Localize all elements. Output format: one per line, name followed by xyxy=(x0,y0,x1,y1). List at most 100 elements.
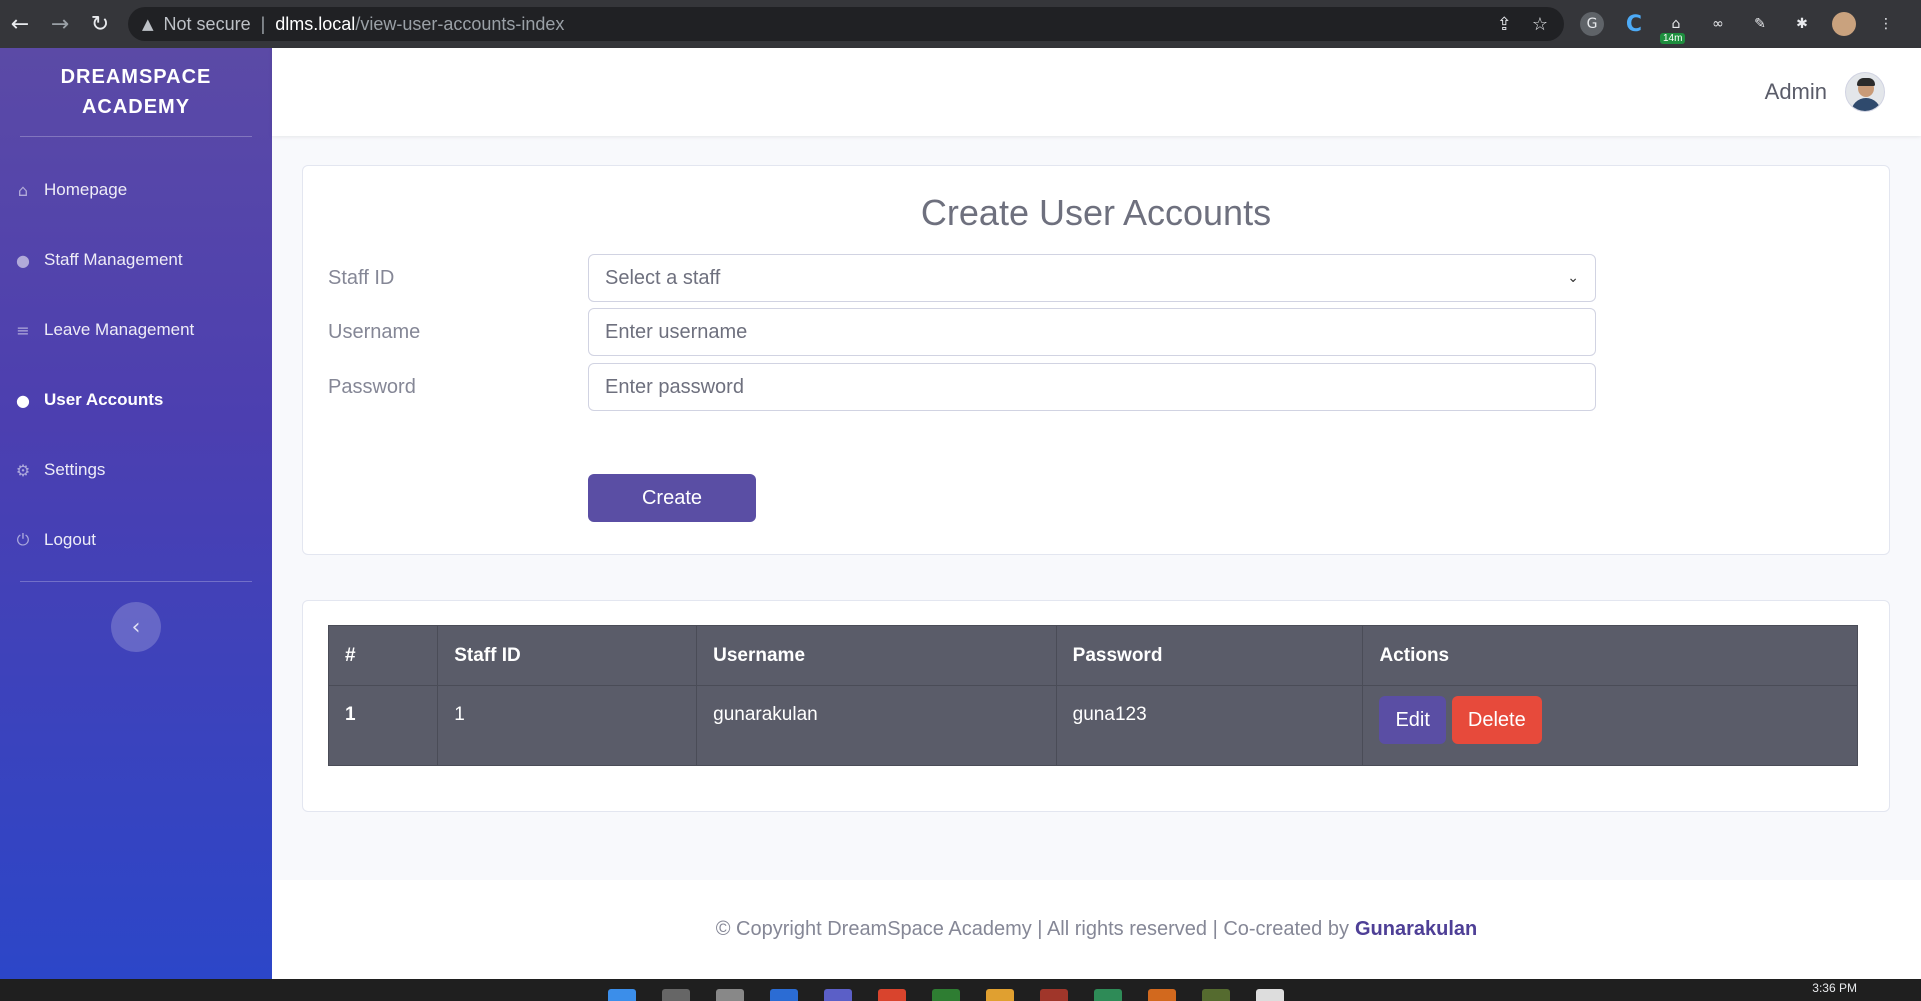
chevron-down-icon: ⌄ xyxy=(1567,270,1579,286)
home-icon: ⌂ xyxy=(17,180,29,200)
topbar: Admin xyxy=(272,48,1921,136)
sidebar-item-label: User Accounts xyxy=(44,390,164,409)
footer-text: © Copyright DreamSpace Academy | All rig… xyxy=(715,918,1349,940)
cell-username: gunarakulan xyxy=(696,685,1057,766)
username-input[interactable]: Enter username xyxy=(588,308,1596,356)
sidebar-divider xyxy=(20,136,252,137)
app-icon[interactable] xyxy=(1256,989,1284,1001)
create-button[interactable]: Create xyxy=(588,474,756,522)
app-icon[interactable] xyxy=(932,989,960,1001)
table-row: 1 1 gunarakulan guna123 Edit Delete xyxy=(327,685,1858,766)
brand-line-1: DREAMSPACE xyxy=(60,66,212,88)
edit-button[interactable]: Edit xyxy=(1379,696,1446,744)
database-icon: ≡ xyxy=(16,320,30,340)
glasses-extension-icon[interactable]: ∞ xyxy=(1706,12,1730,36)
accounts-table: # Staff ID Username Password Actions 1 1… xyxy=(327,625,1858,766)
staff-id-label: Staff ID xyxy=(328,266,395,289)
clock: 3:36 PM xyxy=(1812,981,1857,995)
footer-author-link[interactable]: Gunarakulan xyxy=(1355,918,1477,941)
accounts-table-card: # Staff ID Username Password Actions 1 1… xyxy=(302,600,1890,812)
timer-badge: 14m xyxy=(1660,33,1686,44)
share-icon[interactable]: ⇪ xyxy=(1497,14,1512,35)
back-button[interactable]: ← xyxy=(0,0,40,48)
reload-button[interactable]: ↻ xyxy=(80,0,120,48)
windows-start-icon[interactable] xyxy=(608,989,636,1001)
avatar-hair xyxy=(1857,78,1875,86)
user-icon: ● xyxy=(16,390,30,410)
os-taskbar: 3:36 PM xyxy=(0,979,1921,1001)
extensions-puzzle-icon[interactable]: ✱ xyxy=(1790,12,1814,36)
url-host: dlms.local xyxy=(275,13,356,34)
task-view-icon[interactable] xyxy=(716,989,744,1001)
app-icon[interactable] xyxy=(770,989,798,1001)
bookmark-star-icon[interactable]: ☆ xyxy=(1532,14,1548,35)
footer: © Copyright DreamSpace Academy | All rig… xyxy=(272,880,1921,979)
teams-icon[interactable] xyxy=(824,989,852,1001)
brand-line-2: ACADEMY xyxy=(81,96,191,118)
sidebar-item-homepage[interactable]: ⌂ Homepage xyxy=(0,155,272,225)
column-header-password: Password xyxy=(1055,625,1364,686)
power-icon: ⏻ xyxy=(16,530,30,549)
page-title: Create User Accounts xyxy=(920,192,1272,233)
sidebar-item-logout[interactable]: ⏻ Logout xyxy=(0,505,272,575)
forward-button[interactable]: → xyxy=(40,0,80,48)
search-icon[interactable] xyxy=(662,989,690,1001)
folder-icon[interactable] xyxy=(986,989,1014,1001)
sidebar-divider xyxy=(20,581,252,582)
password-label: Password xyxy=(328,375,416,398)
column-header-username: Username xyxy=(696,625,1057,686)
app-icon[interactable] xyxy=(1094,989,1122,1001)
staff-id-select-value: Select a staff xyxy=(605,266,721,289)
sidebar-item-label: Logout xyxy=(44,530,96,549)
column-header-index: # xyxy=(327,625,439,686)
app-icon[interactable] xyxy=(1040,989,1068,1001)
avatar-body xyxy=(1851,98,1881,111)
username-placeholder: Enter username xyxy=(605,320,748,343)
sidebar-item-label: Leave Management xyxy=(44,320,195,339)
brand-logo[interactable]: DREAMSPACE ACADEMY xyxy=(0,48,272,136)
security-label: Not secure xyxy=(163,13,251,34)
password-input[interactable]: Enter password xyxy=(588,363,1596,411)
pen-extension-icon[interactable]: ✎ xyxy=(1748,12,1772,36)
chevron-left-icon: ‹ xyxy=(131,614,141,640)
create-account-card: Create User Accounts Staff ID Select a s… xyxy=(302,165,1890,555)
app-icon[interactable] xyxy=(1202,989,1230,1001)
app-icon[interactable] xyxy=(1148,989,1176,1001)
timer-extension-icon[interactable]: ⌂ 14m xyxy=(1660,12,1688,44)
sidebar-item-label: Homepage xyxy=(44,180,128,199)
sidebar: DREAMSPACE ACADEMY ⌂ Homepage ● Staff Ma… xyxy=(0,48,272,979)
warning-icon: ▲ xyxy=(142,15,154,33)
gear-icon: ⚙ xyxy=(15,460,31,480)
browser-menu-icon[interactable]: ⋮ xyxy=(1874,12,1898,36)
users-icon: ● xyxy=(16,250,30,270)
sidebar-menu: ⌂ Homepage ● Staff Management ≡ Leave Ma… xyxy=(0,155,272,575)
sidebar-item-staff-management[interactable]: ● Staff Management xyxy=(0,225,272,295)
browser-toolbar: ← → ↻ ▲ Not secure | dlms.local /view-us… xyxy=(0,0,1921,48)
delete-button[interactable]: Delete xyxy=(1451,696,1542,744)
cell-actions: Edit Delete xyxy=(1362,685,1858,766)
profile-avatar-icon[interactable] xyxy=(1832,12,1856,36)
sidebar-item-leave-management[interactable]: ≡ Leave Management xyxy=(0,295,272,365)
c-extension-icon[interactable]: C xyxy=(1622,12,1646,37)
sidebar-item-label: Staff Management xyxy=(44,250,183,269)
table-header-row: # Staff ID Username Password Actions xyxy=(327,625,1858,686)
cell-staff-id: 1 xyxy=(437,685,698,766)
column-header-actions: Actions xyxy=(1362,625,1858,686)
column-header-staff-id: Staff ID xyxy=(437,625,698,686)
user-name[interactable]: Admin xyxy=(1765,79,1827,105)
main-content: Admin Create User Accounts Staff ID Sele… xyxy=(272,48,1921,979)
chrome-icon[interactable] xyxy=(878,989,906,1001)
cell-index: 1 xyxy=(327,685,439,766)
staff-id-select[interactable]: Select a staff ⌄ xyxy=(588,254,1596,302)
grammarly-extension-icon[interactable]: G xyxy=(1580,12,1604,36)
url-separator: | xyxy=(260,13,266,34)
username-label: Username xyxy=(328,320,421,343)
username-row: Username Enter username xyxy=(328,308,1596,356)
avatar[interactable] xyxy=(1845,72,1885,112)
sidebar-toggle-button[interactable]: ‹ xyxy=(111,602,161,652)
sidebar-item-user-accounts[interactable]: ● User Accounts xyxy=(0,365,272,435)
url-path: /view-user-accounts-index xyxy=(355,13,565,34)
address-bar[interactable]: ▲ Not secure | dlms.local /view-user-acc… xyxy=(128,7,1564,41)
cell-password: guna123 xyxy=(1055,685,1364,766)
sidebar-item-settings[interactable]: ⚙ Settings xyxy=(0,435,272,505)
